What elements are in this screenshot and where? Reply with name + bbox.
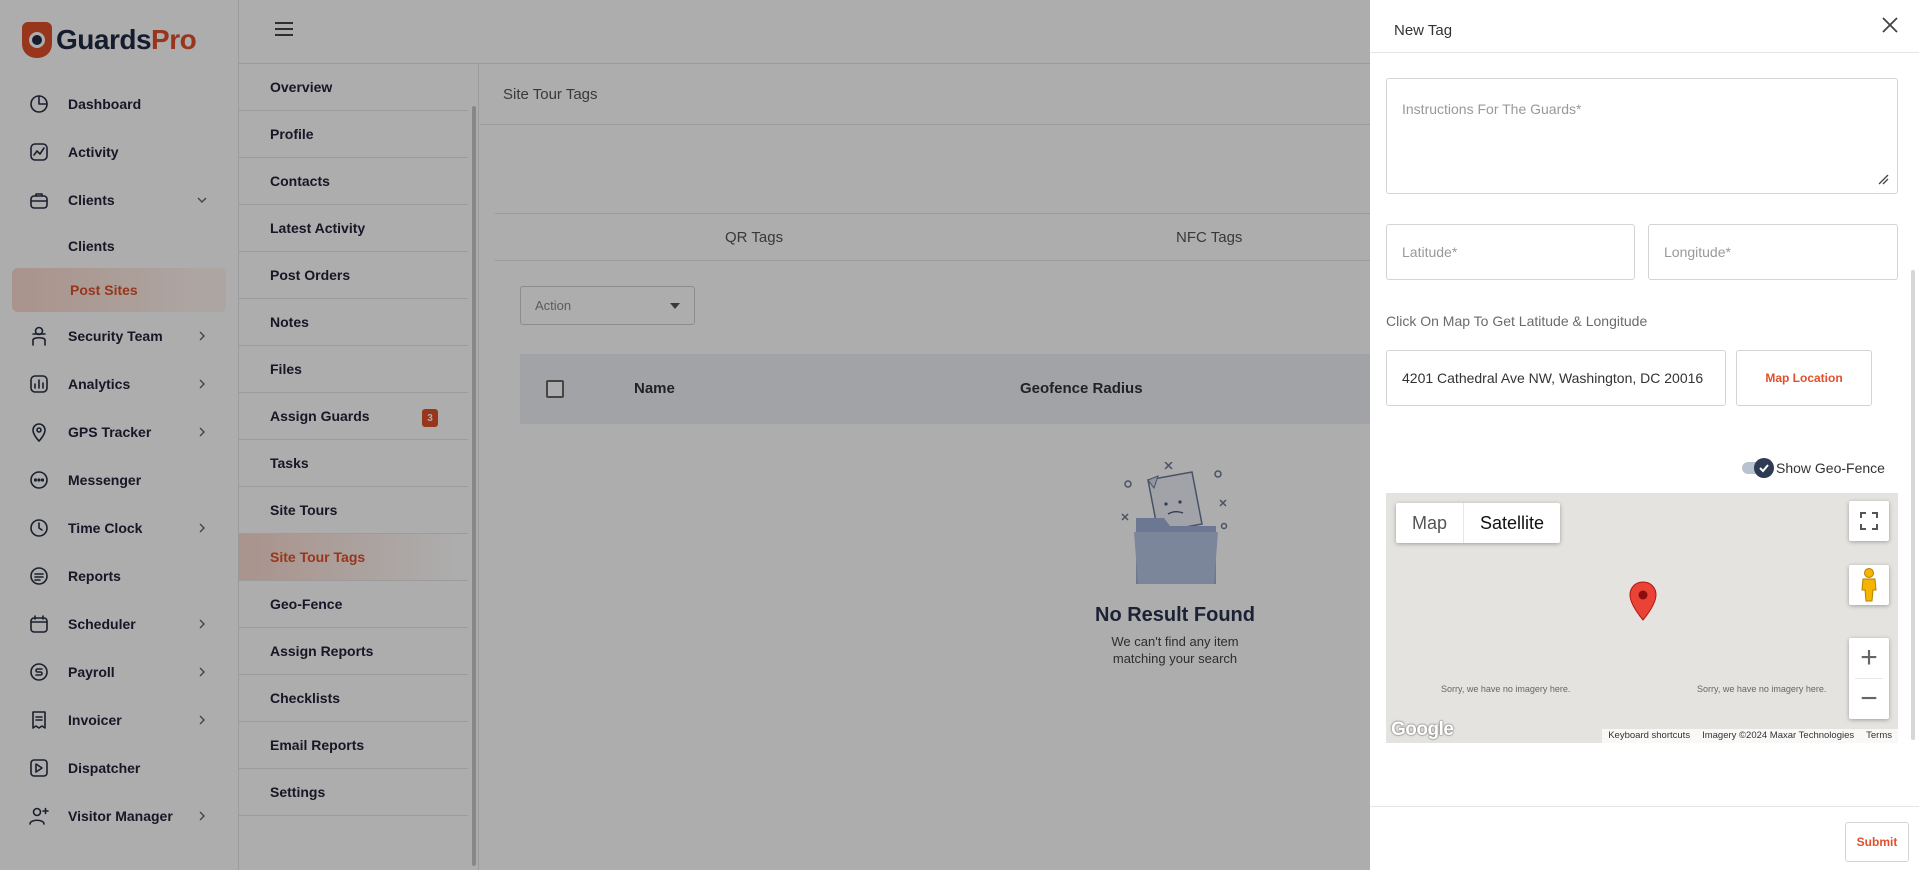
modal-backdrop[interactable] bbox=[0, 0, 1370, 870]
no-imagery-text: Sorry, we have no imagery here. bbox=[1441, 684, 1571, 694]
instructions-placeholder: Instructions For The Guards* bbox=[1402, 101, 1582, 117]
address-value: 4201 Cathedral Ave NW, Washington, DC 20… bbox=[1402, 370, 1704, 386]
close-icon[interactable] bbox=[1881, 16, 1899, 34]
instructions-field[interactable]: Instructions For The Guards* bbox=[1386, 78, 1898, 194]
latitude-field[interactable]: Latitude* bbox=[1386, 224, 1635, 280]
terms-link[interactable]: Terms bbox=[1860, 729, 1898, 743]
drawer-scrollbar[interactable] bbox=[1911, 270, 1915, 740]
address-input[interactable]: 4201 Cathedral Ave NW, Washington, DC 20… bbox=[1386, 350, 1726, 406]
no-imagery-text: Sorry, we have no imagery here. bbox=[1697, 684, 1827, 694]
toggle-switch[interactable] bbox=[1742, 458, 1774, 478]
map-hint-text: Click On Map To Get Latitude & Longitude bbox=[1386, 313, 1648, 329]
geofence-label: Show Geo-Fence bbox=[1776, 460, 1885, 476]
map-type-map-button[interactable]: Map bbox=[1396, 503, 1465, 543]
submit-button[interactable]: Submit bbox=[1845, 822, 1909, 862]
resize-handle-icon[interactable] bbox=[1877, 173, 1889, 185]
longitude-placeholder: Longitude* bbox=[1664, 244, 1731, 260]
new-tag-drawer: New Tag Instructions For The Guards* Lat… bbox=[1370, 0, 1919, 870]
map-attribution: Keyboard shortcuts Imagery ©2024 Maxar T… bbox=[1602, 729, 1898, 743]
map-widget[interactable]: Map Satellite + − Sorry, we have no imag… bbox=[1386, 493, 1898, 743]
geofence-toggle[interactable]: Show Geo-Fence bbox=[1742, 458, 1885, 478]
imagery-credit: Imagery ©2024 Maxar Technologies bbox=[1702, 730, 1855, 741]
street-view-pegman-icon[interactable] bbox=[1849, 565, 1889, 605]
latitude-placeholder: Latitude* bbox=[1402, 244, 1458, 260]
google-logo: Google bbox=[1391, 719, 1454, 740]
check-icon bbox=[1754, 458, 1774, 478]
zoom-control: + − bbox=[1849, 638, 1889, 719]
map-type-control: Map Satellite bbox=[1396, 503, 1561, 543]
keyboard-shortcuts-link[interactable]: Keyboard shortcuts bbox=[1602, 729, 1696, 743]
zoom-out-icon[interactable]: − bbox=[1849, 679, 1889, 719]
map-location-button[interactable]: Map Location bbox=[1736, 350, 1872, 406]
fullscreen-icon[interactable] bbox=[1849, 501, 1889, 541]
map-type-satellite-button[interactable]: Satellite bbox=[1464, 503, 1560, 543]
map-marker-icon[interactable] bbox=[1629, 581, 1657, 621]
zoom-in-icon[interactable]: + bbox=[1849, 638, 1889, 678]
longitude-field[interactable]: Longitude* bbox=[1648, 224, 1898, 280]
drawer-title: New Tag bbox=[1370, 0, 1919, 53]
drawer-footer: Submit bbox=[1370, 806, 1919, 870]
